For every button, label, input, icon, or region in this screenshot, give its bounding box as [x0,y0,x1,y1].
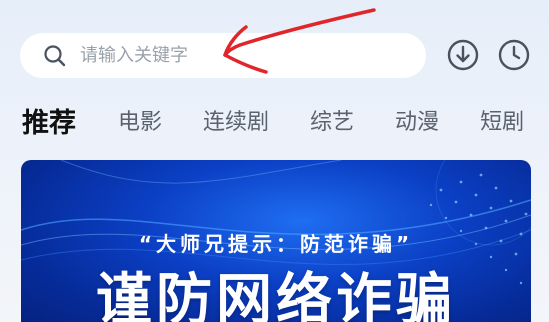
tab-short-drama[interactable]: 短剧 [480,104,524,136]
tab-series[interactable]: 连续剧 [203,104,269,136]
search-icon [42,43,68,69]
tab-variety[interactable]: 综艺 [310,104,354,136]
history-icon[interactable] [497,38,531,72]
tab-movies[interactable]: 电影 [118,104,162,136]
promo-banner[interactable]: “大师兄提示：防范诈骗” 谨防网络诈骗 [21,160,531,322]
banner-title: 谨防网络诈骗 [96,268,456,322]
tab-anime[interactable]: 动漫 [395,104,439,136]
tab-recommended[interactable]: 推荐 [22,101,76,140]
search-input[interactable] [80,45,380,66]
download-icon[interactable] [446,38,480,72]
banner-subtitle: “大师兄提示：防范诈骗” [138,232,414,256]
search-bar[interactable] [20,33,426,78]
category-tabs: 推荐 电影 连续剧 综艺 动漫 短剧 [22,100,549,140]
